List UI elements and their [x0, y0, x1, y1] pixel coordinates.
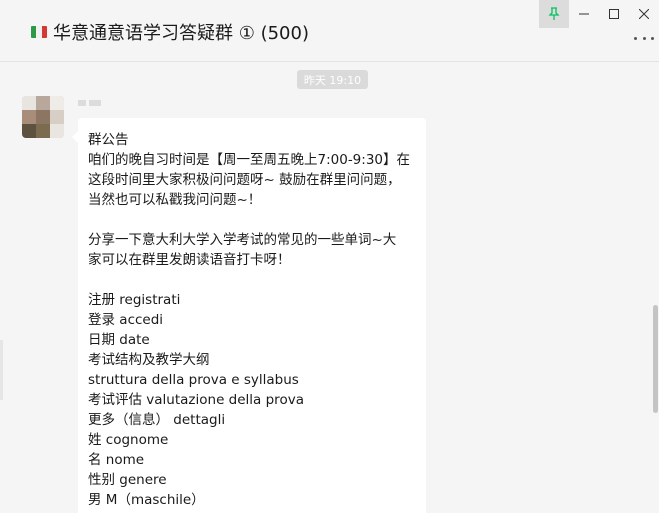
message-line: struttura della prova e syllabus: [88, 372, 299, 388]
message-line: 名 nome: [88, 452, 145, 468]
message-line: 姓 cognome: [88, 432, 169, 448]
more-options-icon[interactable]: [634, 34, 654, 42]
sender-name-blurred: [78, 98, 102, 108]
message-line: 群公告: [88, 132, 129, 148]
message-line: 更多（信息） dettagli: [88, 412, 226, 428]
window-controls: [539, 0, 659, 28]
minimize-button[interactable]: [569, 0, 599, 28]
message-line: 考试评估 valutazione della prova: [88, 392, 304, 408]
left-edge-divider: [0, 340, 3, 400]
chat-header: 华意通意语学习答疑群 ① (500): [0, 0, 659, 62]
pin-icon: [548, 7, 560, 20]
avatar[interactable]: [22, 96, 64, 138]
message-line: 日期 date: [88, 332, 150, 348]
message-line: 咱们的晚自习时间是【周一至周五晚上7:00-9:30】在: [88, 152, 411, 168]
maximize-icon: [609, 9, 619, 19]
scrollbar[interactable]: [653, 305, 658, 413]
message-line: 男 M（maschile）: [88, 492, 205, 508]
pin-button[interactable]: [539, 0, 569, 28]
chat-title-area: 华意通意语学习答疑群 ① (500): [31, 18, 309, 46]
message-line: 登录 accedi: [88, 312, 164, 328]
message-timestamp: 昨天 19:10: [297, 70, 368, 89]
message-line: 这段时间里大家积极问问题呀~ 鼓励在群里问问题，: [88, 172, 401, 188]
close-button[interactable]: [629, 0, 659, 28]
message-text: 群公告咱们的晚自习时间是【周一至周五晚上7:00-9:30】在 这段时间里大家积极…: [88, 130, 416, 510]
message-line: 家可以在群里发朗读语音打卡呀！: [88, 252, 291, 268]
message-line: 注册 registrati: [88, 292, 181, 308]
maximize-button[interactable]: [599, 0, 629, 28]
message-line: 当然也可以私戳我问问题~！: [88, 192, 262, 208]
message-bubble[interactable]: 群公告咱们的晚自习时间是【周一至周五晚上7:00-9:30】在 这段时间里大家积极…: [72, 118, 426, 513]
message-line: 分享一下意大利大学入学考试的常见的一些单词~大: [88, 232, 397, 248]
italy-flag-icon: [31, 26, 47, 38]
minimize-icon: [579, 13, 589, 15]
message-line: 考试结构及教学大纲: [88, 352, 210, 368]
chat-window: 华意通意语学习答疑群 ① (500) 昨天 19:10 群公告 咱们的晚自习时间…: [0, 0, 659, 513]
close-icon: [639, 9, 649, 19]
chat-title: 华意通意语学习答疑群 ① (500): [53, 23, 309, 44]
message-line: 性别 genere: [88, 472, 167, 488]
